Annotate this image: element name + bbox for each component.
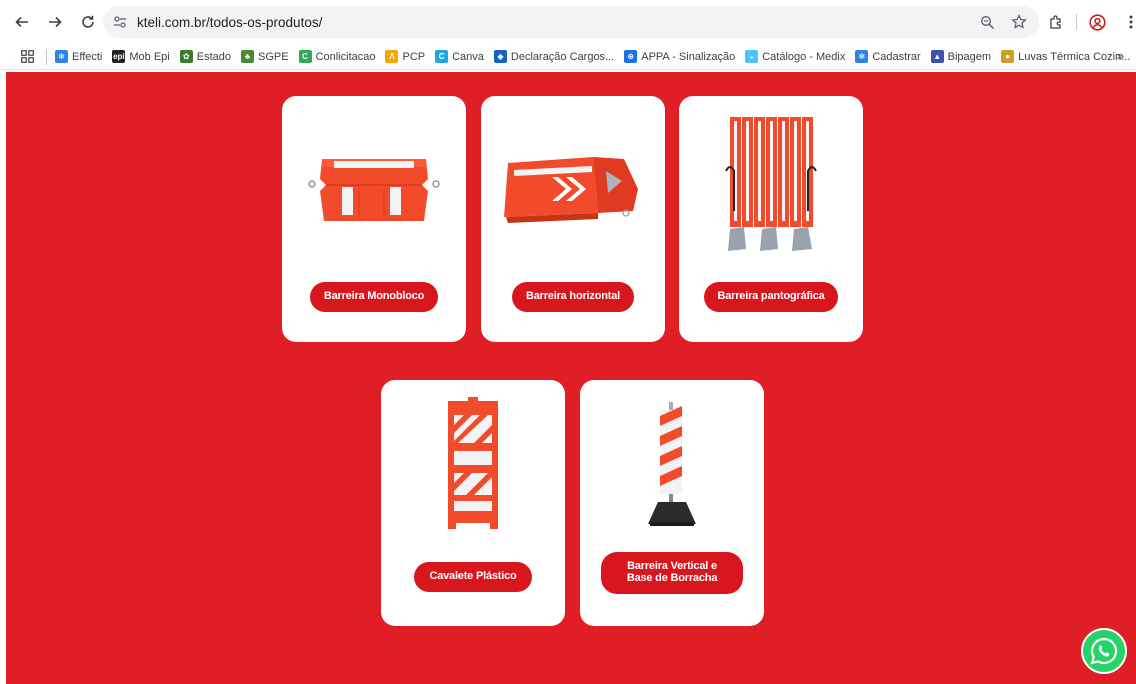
bookmark-label: Bipagem (947, 50, 992, 63)
whatsapp-icon (1090, 637, 1118, 665)
product-button[interactable]: Barreira horizontal (512, 282, 634, 312)
product-card[interactable]: Barreira Vertical e Base de Borracha (580, 380, 764, 626)
reload-icon[interactable] (76, 10, 100, 34)
bookmark-label: Estado (196, 50, 231, 63)
bipagem-icon: ▲ (930, 50, 944, 63)
cavalete-plastico-image[interactable] (381, 380, 565, 550)
bookmark-item[interactable]: ◆ Declaração Cargos... (493, 50, 615, 63)
conlicitacao-icon: C (298, 50, 312, 63)
product-card[interactable]: Barreira Monobloco (282, 96, 466, 342)
product-button[interactable]: Barreira Vertical e Base de Borracha (601, 552, 743, 594)
url-text[interactable]: kteli.com.br/todos-os-produtos/ (137, 15, 322, 30)
extensions-icon[interactable] (1044, 10, 1068, 34)
bookmark-label: Luvas Térmica Cozin... (1018, 50, 1131, 63)
bookmark-star-icon[interactable] (1009, 12, 1029, 32)
whatsapp-button[interactable] (1081, 628, 1127, 674)
globe-icon: ⊕ (624, 50, 638, 63)
barrier-vertical-image[interactable] (580, 380, 764, 550)
bookmark-label: Catálogo - Medix (762, 50, 846, 63)
barrier-monobloco-image[interactable] (282, 96, 466, 276)
product-button[interactable]: Cavalete Plástico (414, 562, 532, 592)
bookmark-item[interactable]: Λ PCP (385, 50, 425, 63)
bookmark-item[interactable]: ● Luvas Térmica Cozin... (1001, 50, 1130, 63)
bookmark-label: APPA - Sinalização (641, 50, 736, 63)
product-card[interactable]: Barreira pantográfica (679, 96, 863, 342)
browser-toolbar: kteli.com.br/todos-os-produtos/ (0, 0, 1136, 44)
bookmark-label: Effecti (72, 50, 103, 63)
bookmarks-list: ✻ Effecti epi Mob Epi ✿ Estado ♣ SGPE C Conlicita… (55, 50, 1130, 63)
luvas-icon: ● (1001, 50, 1015, 63)
product-card[interactable]: Cavalete Plástico (381, 380, 565, 626)
more-bookmarks-icon[interactable]: » (1117, 48, 1124, 63)
bookmark-item[interactable]: epi Mob Epi (112, 50, 170, 63)
back-arrow-icon[interactable] (10, 10, 34, 34)
bookmark-item[interactable]: ▲ Bipagem (930, 50, 992, 63)
pcp-icon: Λ (385, 50, 399, 63)
barrier-pantografica-image[interactable] (679, 96, 863, 276)
snowflake-icon: ✻ (55, 50, 68, 63)
product-card[interactable]: Barreira horizontal (481, 96, 665, 342)
sgpe-icon: ♣ (240, 50, 254, 63)
address-bar[interactable]: kteli.com.br/todos-os-produtos/ (103, 6, 1039, 38)
product-button[interactable]: Barreira pantográfica (704, 282, 838, 312)
bookmark-item[interactable]: C Canva (435, 50, 484, 63)
bookmark-item[interactable]: ✿ Estado (179, 50, 231, 63)
kebab-menu-icon[interactable] (1119, 10, 1136, 34)
bookmark-item[interactable]: ⊕ APPA - Sinalização (624, 50, 735, 63)
bookmark-item[interactable]: ✻ Cadastrar (855, 50, 921, 63)
bookmark-item[interactable]: ✻ Effecti (55, 50, 102, 63)
declaracao-icon: ◆ (493, 50, 507, 63)
epi-icon: epi (112, 50, 126, 63)
bookmarks-separator (46, 48, 47, 65)
bookmark-label: SGPE (257, 50, 289, 63)
site-settings-icon[interactable] (109, 11, 131, 33)
bookmark-label: Cadastrar (872, 50, 921, 63)
zoom-icon[interactable] (977, 12, 997, 32)
bookmark-item[interactable]: ◒ Catálogo - Medix (745, 50, 845, 63)
forward-arrow-icon[interactable] (43, 10, 67, 34)
bookmarks-bar: ✻ Effecti epi Mob Epi ✿ Estado ♣ SGPE C Conlicita… (0, 44, 1136, 70)
canva-icon: C (435, 50, 449, 63)
barrier-horizontal-image[interactable] (481, 96, 665, 276)
toolbar-separator (1076, 14, 1077, 30)
products-page: Barreira Monobloco Barreira horizontal B… (6, 72, 1136, 684)
bookmark-label: Declaração Cargos... (510, 50, 615, 63)
bookmark-label: PCP (402, 50, 426, 63)
bookmark-item[interactable]: ♣ SGPE (240, 50, 289, 63)
apps-grid-icon[interactable] (18, 48, 36, 66)
bookmark-label: Mob Epi (129, 50, 170, 63)
bookmark-label: Conlicitacao (315, 50, 376, 63)
snowflake-icon: ✻ (855, 50, 869, 63)
bookmark-label: Canva (452, 50, 484, 63)
product-button[interactable]: Barreira Monobloco (310, 282, 438, 312)
bookmark-item[interactable]: C Conlicitacao (298, 50, 376, 63)
profile-icon[interactable] (1085, 10, 1109, 34)
state-seal-icon: ✿ (179, 50, 193, 63)
medix-icon: ◒ (745, 50, 759, 63)
